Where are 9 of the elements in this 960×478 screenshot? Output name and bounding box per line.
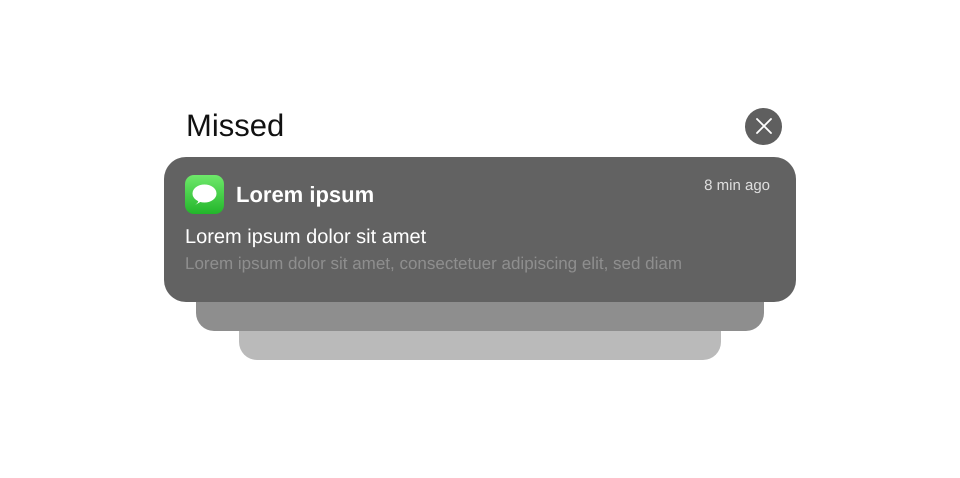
close-button[interactable] bbox=[745, 108, 782, 144]
section-title: Missed bbox=[186, 108, 284, 144]
notification-title: Lorem ipsum dolor sit amet bbox=[185, 226, 428, 249]
timestamp: 8 min ago bbox=[704, 177, 770, 194]
app-name: Lorem ipsum bbox=[236, 182, 374, 208]
stacked-notification[interactable] bbox=[239, 331, 721, 360]
close-icon bbox=[756, 118, 772, 134]
chat-bubble-icon bbox=[185, 175, 224, 214]
stacked-notification[interactable] bbox=[196, 302, 764, 331]
